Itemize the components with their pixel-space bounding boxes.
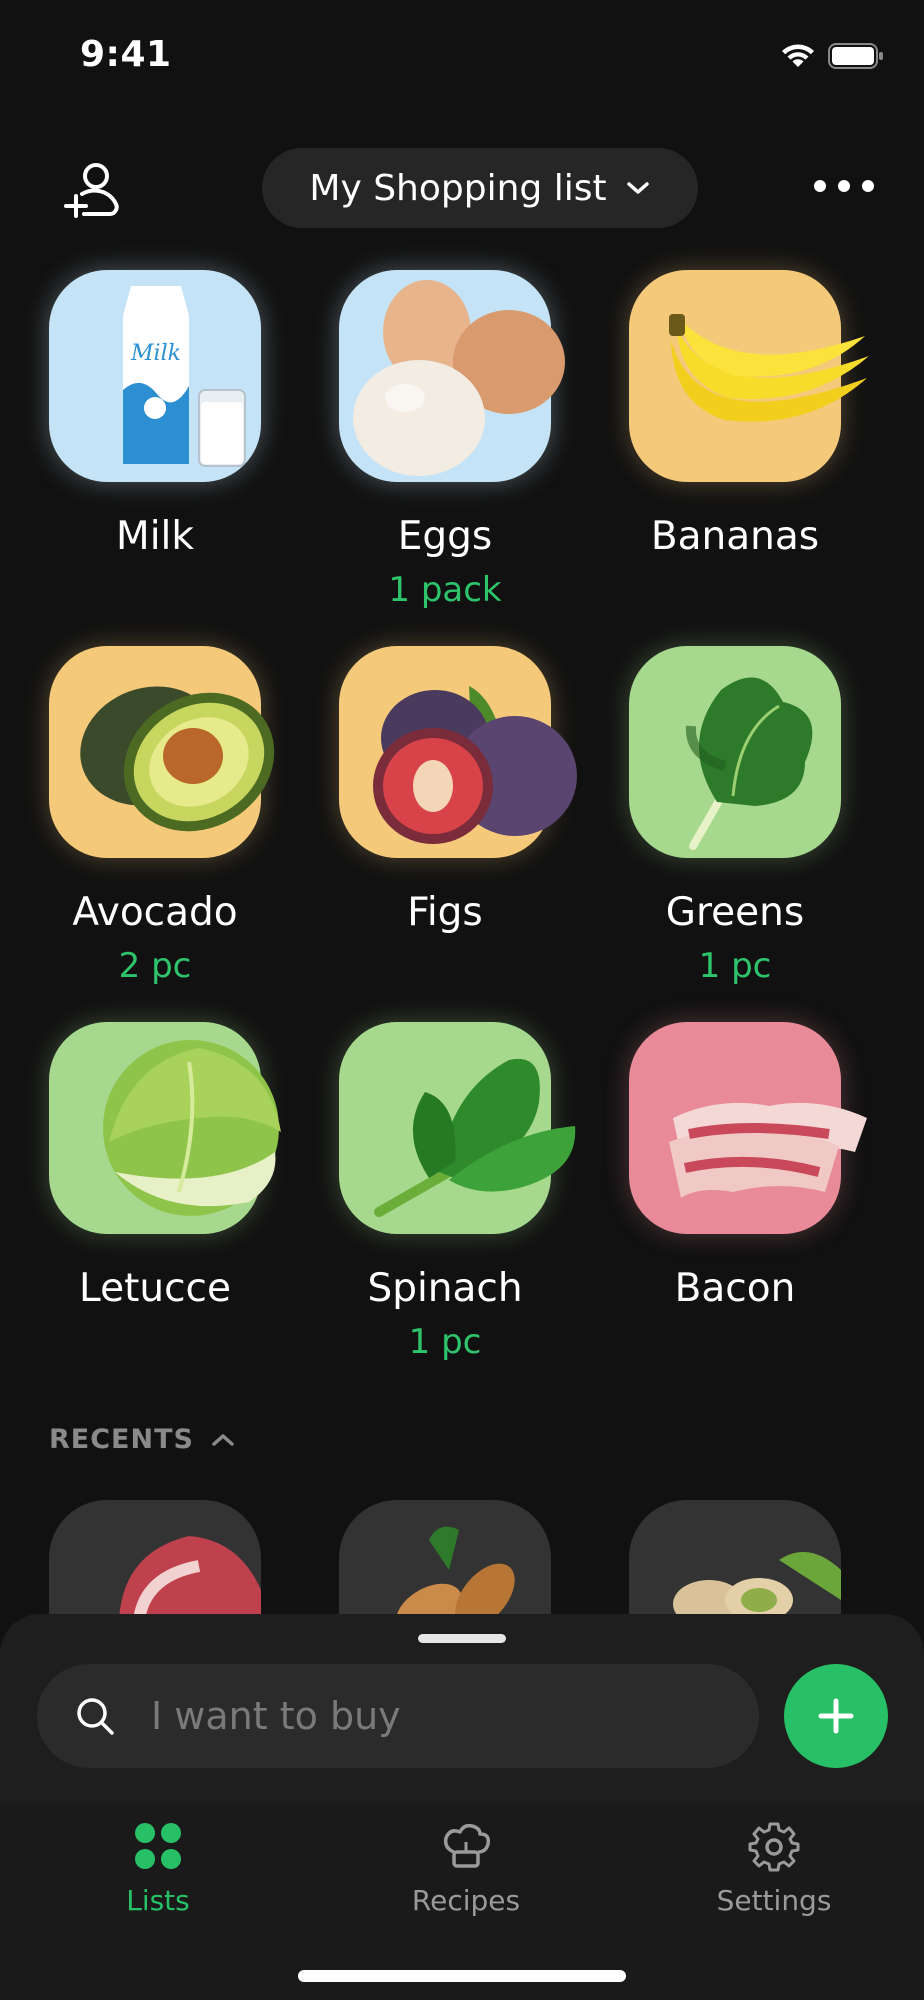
drag-handle[interactable] — [418, 1634, 506, 1643]
more-options-button[interactable] — [808, 170, 880, 202]
add-item-button[interactable] — [784, 1664, 888, 1768]
search-field[interactable] — [37, 1664, 759, 1768]
lettuce-tile-image — [49, 1022, 281, 1234]
chef-hat-icon — [443, 1823, 491, 1868]
list-item-figs[interactable]: Figs — [290, 646, 580, 1006]
bacon-tile-image — [629, 1022, 867, 1234]
more-dot — [862, 180, 874, 192]
recent-item[interactable] — [339, 1500, 551, 1620]
tab-recipes[interactable]: Recipes — [366, 1820, 566, 1940]
list-item-bananas[interactable]: Bananas — [580, 270, 870, 630]
item-quantity: 1 pack — [388, 570, 502, 610]
tab-lists[interactable]: Lists — [58, 1820, 258, 1940]
add-user-icon — [64, 163, 119, 218]
meat-icon — [119, 1536, 261, 1620]
recents-toggle[interactable]: RECENTS — [49, 1424, 236, 1455]
more-dot — [838, 180, 850, 192]
chevron-up-icon — [212, 1433, 234, 1446]
item-name: Greens — [665, 890, 805, 935]
tab-label: Lists — [126, 1884, 190, 1917]
status-time: 9:41 — [80, 34, 172, 75]
tab-bar: Lists Recipes Settings — [0, 1804, 924, 2000]
item-name: Avocado — [72, 890, 238, 935]
search-icon — [77, 1698, 114, 1735]
spinach-tile-image — [339, 1022, 576, 1234]
item-name: Milk — [116, 514, 194, 559]
list-selector-dropdown[interactable]: My Shopping list — [262, 148, 698, 228]
item-quantity: 2 pc — [118, 946, 192, 986]
search-input[interactable] — [151, 1694, 711, 1738]
list-item-bacon[interactable]: Bacon — [580, 1022, 870, 1382]
milk-carton-icon: Milk — [123, 286, 246, 467]
list-item-milk[interactable]: Milk Milk — [0, 270, 290, 630]
bananas-icon — [669, 314, 869, 422]
list-item-lettuce[interactable]: Letucce — [0, 1022, 290, 1382]
battery-icon — [828, 43, 883, 69]
item-quantity: 1 pc — [698, 946, 772, 986]
grid-icon — [135, 1823, 181, 1869]
more-dot — [814, 180, 826, 192]
recents-label: RECENTS — [49, 1424, 194, 1455]
tab-label: Settings — [716, 1884, 832, 1917]
recent-item[interactable] — [629, 1500, 841, 1620]
item-name: Spinach — [367, 1266, 523, 1311]
svg-text:Milk: Milk — [130, 341, 181, 366]
milk-tile-image: Milk — [49, 270, 261, 482]
bananas-tile-image — [629, 270, 869, 482]
item-name: Bananas — [650, 514, 820, 559]
tab-settings[interactable]: Settings — [674, 1820, 874, 1940]
list-item-spinach[interactable]: Spinach 1 pc — [290, 1022, 580, 1382]
lettuce-icon — [103, 1040, 281, 1216]
wifi-icon — [782, 44, 814, 67]
header: My Shopping list — [0, 140, 924, 232]
add-user-button[interactable] — [60, 158, 124, 222]
greens-icon — [685, 677, 813, 850]
figs-tile-image — [339, 646, 577, 858]
avocado-icon — [80, 686, 275, 832]
spinach-icon — [374, 1058, 576, 1217]
eggs-tile-image — [339, 270, 565, 482]
bacon-icon — [669, 1102, 867, 1198]
recent-item[interactable] — [49, 1500, 261, 1620]
item-name: Eggs — [397, 514, 493, 559]
item-name: Figs — [407, 890, 483, 935]
avocado-tile-image — [49, 646, 275, 858]
status-bar: 9:41 — [0, 0, 924, 110]
greens-tile-image — [629, 646, 841, 858]
chevron-down-icon — [626, 182, 649, 194]
item-quantity: 1 pc — [408, 1322, 482, 1362]
list-item-eggs[interactable]: Eggs 1 pack — [290, 270, 580, 630]
list-item-greens[interactable]: Greens 1 pc — [580, 646, 870, 1006]
item-name: Bacon — [674, 1266, 796, 1311]
list-title: My Shopping list — [309, 167, 607, 209]
pistachios-icon — [673, 1552, 841, 1620]
almonds-icon — [395, 1526, 515, 1620]
bottom-sheet — [0, 1614, 924, 1804]
list-item-avocado[interactable]: Avocado 2 pc — [0, 646, 290, 1006]
item-name: Letucce — [79, 1266, 231, 1311]
eggs-icon — [353, 280, 565, 476]
plus-icon — [818, 1698, 854, 1734]
figs-icon — [373, 686, 577, 844]
gear-icon — [748, 1822, 800, 1872]
tab-label: Recipes — [411, 1884, 521, 1917]
home-indicator — [298, 1970, 626, 1982]
